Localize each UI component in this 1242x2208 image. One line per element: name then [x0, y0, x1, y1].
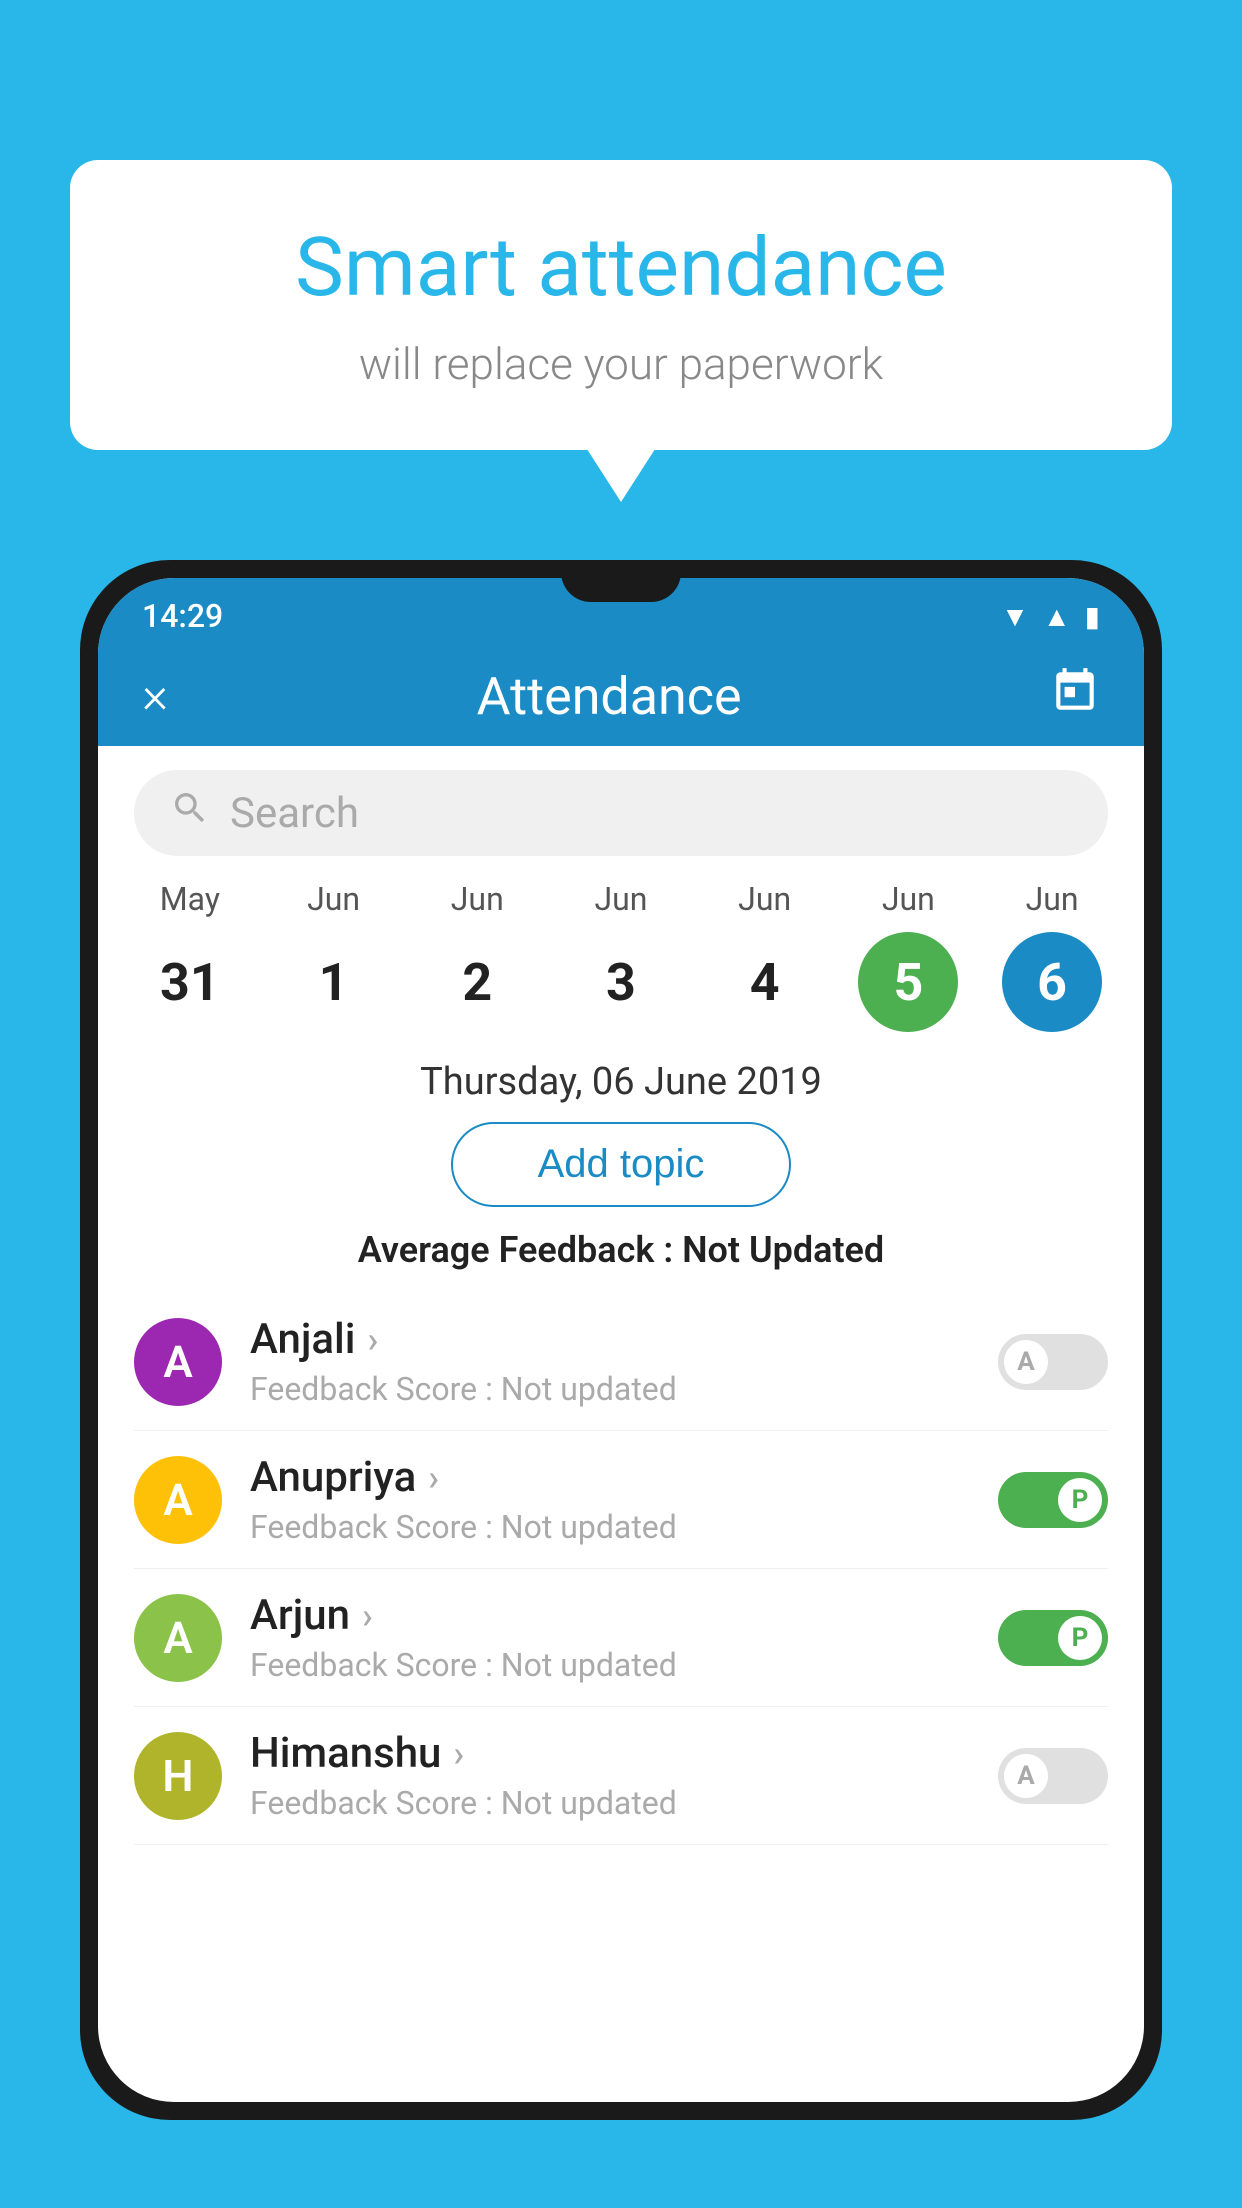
calendar-day[interactable]: Jun 6 — [1002, 880, 1102, 1032]
search-bar[interactable]: Search — [134, 770, 1108, 856]
header-title: Attendance — [477, 666, 742, 727]
feedback-score: Feedback Score : Not updated — [250, 1508, 970, 1546]
student-info: Himanshu › Feedback Score : Not updated — [250, 1729, 970, 1822]
chevron-right-icon: › — [453, 1733, 464, 1775]
phone-screen: 14:29 ▼ ▲ ▮ × Attendance — [98, 578, 1144, 2102]
calendar-day[interactable]: May 31 — [140, 880, 240, 1032]
student-row[interactable]: A Anjali › Feedback Score : Not updated … — [134, 1293, 1108, 1431]
phone-notch — [561, 560, 681, 602]
battery-icon: ▮ — [1085, 600, 1100, 633]
calendar-row: May 31 Jun 1 Jun 2 Jun 3 Jun 4 Jun 5 Jun… — [98, 880, 1144, 1032]
toggle-knob: P — [1058, 1478, 1102, 1522]
student-name: Himanshu › — [250, 1729, 970, 1778]
close-button[interactable]: × — [142, 667, 168, 725]
phone-outer: 14:29 ▼ ▲ ▮ × Attendance — [80, 560, 1162, 2120]
student-info: Anupriya › Feedback Score : Not updated — [250, 1453, 970, 1546]
app-header: × Attendance — [98, 646, 1144, 746]
search-placeholder: Search — [230, 789, 359, 838]
cal-month: Jun — [882, 880, 935, 918]
avg-feedback-value: Not Updated — [682, 1229, 884, 1271]
avg-feedback: Average Feedback : Not Updated — [98, 1229, 1144, 1271]
feedback-score: Feedback Score : Not updated — [250, 1646, 970, 1684]
cal-month: Jun — [738, 880, 791, 918]
status-icons: ▼ ▲ ▮ — [1001, 600, 1100, 633]
cal-num: 5 — [858, 932, 958, 1032]
attendance-toggle[interactable]: P — [998, 1610, 1108, 1666]
toggle-knob: P — [1058, 1616, 1102, 1660]
student-row[interactable]: H Himanshu › Feedback Score : Not update… — [134, 1707, 1108, 1845]
attendance-toggle[interactable]: A — [998, 1334, 1108, 1390]
feedback-score: Feedback Score : Not updated — [250, 1784, 970, 1822]
avg-feedback-label: Average Feedback : — [358, 1229, 673, 1271]
cal-month: Jun — [307, 880, 360, 918]
student-row[interactable]: A Anupriya › Feedback Score : Not update… — [134, 1431, 1108, 1569]
student-name: Anupriya › — [250, 1453, 970, 1502]
student-list: A Anjali › Feedback Score : Not updated … — [98, 1293, 1144, 1845]
toggle-knob: A — [1004, 1754, 1048, 1798]
chevron-right-icon: › — [367, 1319, 378, 1361]
speech-bubble: Smart attendance will replace your paper… — [70, 160, 1172, 450]
wifi-icon: ▼ — [1001, 600, 1029, 633]
calendar-day[interactable]: Jun 3 — [571, 880, 671, 1032]
cal-num: 31 — [140, 932, 240, 1032]
student-row[interactable]: A Arjun › Feedback Score : Not updated P — [134, 1569, 1108, 1707]
add-topic-button[interactable]: Add topic — [451, 1122, 791, 1207]
student-info: Anjali › Feedback Score : Not updated — [250, 1315, 970, 1408]
student-name: Anjali › — [250, 1315, 970, 1364]
student-name: Arjun › — [250, 1591, 970, 1640]
avatar: A — [134, 1456, 222, 1544]
toggle-knob: A — [1004, 1340, 1048, 1384]
cal-month: May — [160, 880, 220, 918]
feedback-score: Feedback Score : Not updated — [250, 1370, 970, 1408]
cal-num: 6 — [1002, 932, 1102, 1032]
chevron-right-icon: › — [428, 1457, 439, 1499]
attendance-toggle[interactable]: A — [998, 1748, 1108, 1804]
calendar-icon[interactable] — [1050, 666, 1100, 727]
calendar-day[interactable]: Jun 1 — [284, 880, 384, 1032]
bubble-subtitle: will replace your paperwork — [140, 338, 1102, 390]
student-info: Arjun › Feedback Score : Not updated — [250, 1591, 970, 1684]
calendar-day[interactable]: Jun 4 — [715, 880, 815, 1032]
selected-date: Thursday, 06 June 2019 — [98, 1060, 1144, 1104]
cal-month: Jun — [451, 880, 504, 918]
chevron-right-icon: › — [362, 1595, 373, 1637]
signal-icon: ▲ — [1043, 600, 1071, 633]
cal-month: Jun — [1026, 880, 1079, 918]
cal-num: 2 — [427, 932, 527, 1032]
avatar: H — [134, 1732, 222, 1820]
calendar-day[interactable]: Jun 2 — [427, 880, 527, 1032]
cal-num: 3 — [571, 932, 671, 1032]
avatar: A — [134, 1318, 222, 1406]
attendance-toggle[interactable]: P — [998, 1472, 1108, 1528]
bubble-title: Smart attendance — [140, 220, 1102, 316]
cal-month: Jun — [594, 880, 647, 918]
calendar-day[interactable]: Jun 5 — [858, 880, 958, 1032]
search-icon — [170, 788, 210, 838]
speech-bubble-container: Smart attendance will replace your paper… — [70, 160, 1172, 450]
avatar: A — [134, 1594, 222, 1682]
phone: 14:29 ▼ ▲ ▮ × Attendance — [80, 560, 1162, 2208]
cal-num: 1 — [284, 932, 384, 1032]
status-time: 14:29 — [142, 597, 223, 635]
cal-num: 4 — [715, 932, 815, 1032]
